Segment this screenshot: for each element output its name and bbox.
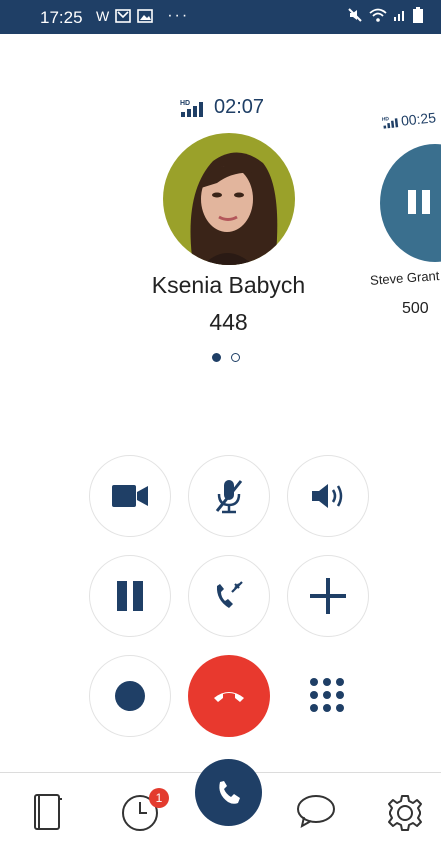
call-icon <box>218 780 240 804</box>
status-left-icons: W ··· <box>96 7 189 25</box>
caller-avatar <box>163 133 295 265</box>
keypad-icon[interactable] <box>310 678 344 712</box>
call-pager[interactable] <box>212 353 240 362</box>
add-call-icon <box>310 578 346 614</box>
pager-dot-active[interactable] <box>212 353 221 362</box>
wifi-icon <box>369 8 387 22</box>
transfer-button[interactable] <box>188 555 270 637</box>
history-badge: 1 <box>149 788 169 808</box>
call-timer: 02:07 <box>214 96 265 118</box>
settings-icon <box>388 795 422 831</box>
hd-label: HD <box>180 100 190 107</box>
transfer-icon <box>216 581 243 608</box>
hold-icon <box>117 581 143 611</box>
hang-up-button[interactable] <box>188 655 270 737</box>
chat-icon <box>297 795 335 828</box>
mute-mic-icon <box>215 480 243 514</box>
record-icon <box>115 681 145 711</box>
record-button[interactable] <box>89 655 171 737</box>
tab-settings[interactable] <box>385 793 425 838</box>
w-icon: W <box>96 8 110 24</box>
mute-icon <box>348 8 362 22</box>
held-caller-extension: 500 <box>402 300 429 317</box>
hang-up-icon <box>214 692 244 702</box>
call-duration: HD 02:07 <box>180 96 264 119</box>
pause-icon <box>408 190 430 214</box>
signal-icon <box>394 11 404 21</box>
held-call-card[interactable]: HD 00:25 Steve Grant R 500 <box>366 108 441 328</box>
video-button[interactable] <box>89 455 171 537</box>
speaker-button[interactable] <box>287 455 369 537</box>
pager-dot[interactable] <box>231 353 240 362</box>
battery-icon <box>413 7 423 23</box>
held-caller-name: Steve Grant R <box>369 267 441 288</box>
more-dots-icon: ··· <box>167 7 190 24</box>
mute-button[interactable] <box>188 455 270 537</box>
contacts-icon <box>34 794 62 830</box>
hd-signal-icon: HD <box>382 116 399 129</box>
held-call-timer: 00:25 <box>400 109 437 129</box>
tab-contacts[interactable] <box>33 793 63 836</box>
status-time: 17:25 <box>40 8 83 27</box>
status-right-icons <box>347 7 423 23</box>
add-call-button[interactable] <box>287 555 369 637</box>
tab-chat[interactable] <box>296 793 336 834</box>
mail-icon <box>115 9 132 23</box>
held-call-duration: HD 00:25 <box>381 109 437 131</box>
video-icon <box>112 485 148 507</box>
hd-signal-icon: HD <box>180 100 203 117</box>
call-fab[interactable] <box>195 759 262 826</box>
speaker-icon <box>312 484 343 508</box>
hold-button[interactable] <box>89 555 171 637</box>
image-icon <box>137 9 154 23</box>
status-bar: 17:25 W ··· <box>0 0 441 34</box>
hd-label: HD <box>382 116 390 123</box>
